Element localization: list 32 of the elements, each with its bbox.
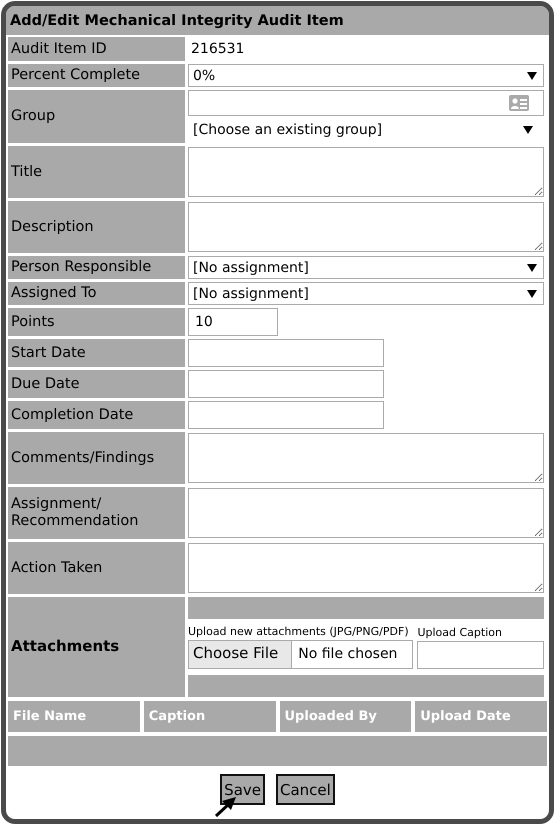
field-label: Percent Complete [8, 64, 185, 87]
column-header: Uploaded By [280, 701, 412, 732]
field-label: Comments/Findings [8, 432, 185, 484]
field-label: Completion Date [8, 401, 185, 429]
dropdown[interactable]: 0% [188, 64, 544, 87]
field-label: Start Date [8, 339, 185, 367]
dropdown[interactable]: [No assignment] [188, 282, 544, 305]
field-label: Due Date [8, 370, 185, 398]
form-button[interactable]: Cancel [276, 774, 335, 805]
field-value: 216531 [190, 40, 246, 59]
column-header: File Name [8, 701, 140, 732]
input-field[interactable]: 10 [188, 308, 278, 336]
field-label: Points [8, 308, 185, 336]
field-label: Title [8, 146, 185, 198]
field-label: Attachments [8, 597, 185, 697]
upload-label: Upload new attachments (JPG/PNG/PDF) [188, 625, 410, 638]
dropdown[interactable]: [Choose an existing group] [188, 116, 544, 143]
field-label: Action Taken [8, 542, 185, 594]
field-label: Description [8, 201, 185, 253]
dropdown[interactable]: [No assignment] [188, 256, 544, 279]
field-label: Person Responsible [8, 256, 185, 279]
field-label: Assigned To [8, 282, 185, 305]
file-input[interactable]: Choose File No file chosen [188, 640, 414, 669]
form-button[interactable]: Save [220, 774, 265, 805]
field-label: Group [8, 90, 185, 143]
field-label: Assignment/ Recommendation [8, 487, 185, 539]
column-header: Caption [144, 701, 276, 732]
form-title: Add/Edit Mechanical Integrity Audit Item [6, 6, 549, 35]
choose-file-button[interactable]: Choose File [189, 641, 292, 668]
column-header: Upload Date [415, 701, 547, 732]
caption-label: Upload Caption [417, 626, 503, 639]
field-label: Audit Item ID [8, 37, 185, 61]
